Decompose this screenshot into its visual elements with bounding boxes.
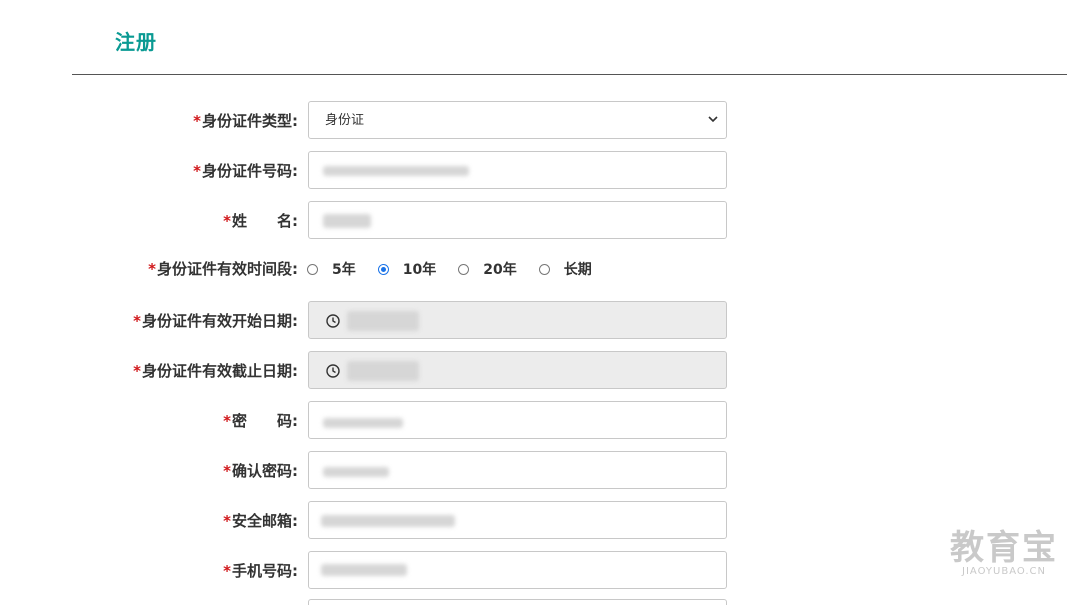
redacted-value — [347, 361, 419, 381]
row-id-number: *身份证件号码: — [0, 151, 1080, 191]
radio-option-10y[interactable]: 10年 — [377, 259, 437, 279]
name-label-text: 姓 名: — [232, 212, 298, 230]
validity-period-radio-group: 5年 10年 20年 长期 — [307, 249, 614, 289]
required-mark: * — [223, 412, 231, 430]
start-date-input[interactable] — [308, 301, 727, 339]
password-label-text: 密 码: — [232, 412, 298, 430]
start-date-label: *身份证件有效开始日期: — [133, 301, 298, 341]
id-number-input[interactable] — [308, 151, 727, 189]
redacted-value — [321, 564, 407, 576]
name-label: *姓 名: — [223, 201, 298, 241]
confirm-password-label-text: 确认密码: — [232, 462, 298, 480]
redacted-value — [323, 418, 403, 428]
validity-period-label-text: 身份证件有效时间段: — [157, 260, 298, 278]
name-input[interactable] — [308, 201, 727, 239]
required-mark: * — [223, 212, 231, 230]
id-number-label: *身份证件号码: — [193, 151, 298, 191]
password-input[interactable] — [308, 401, 727, 439]
id-type-label: *身份证件类型: — [193, 101, 298, 141]
email-input[interactable] — [308, 501, 727, 539]
radio-label: 长期 — [563, 262, 592, 278]
required-mark: * — [193, 112, 201, 130]
title-divider — [72, 74, 1067, 75]
required-mark: * — [223, 462, 231, 480]
required-mark: * — [223, 562, 231, 580]
radio-button[interactable] — [538, 263, 550, 275]
row-phone: *手机号码: — [0, 551, 1080, 591]
chevron-down-icon — [708, 116, 718, 123]
required-mark: * — [223, 512, 231, 530]
end-date-label: *身份证件有效截止日期: — [133, 351, 298, 391]
end-date-label-text: 身份证件有效截止日期: — [142, 362, 298, 380]
radio-option-20y[interactable]: 20年 — [458, 259, 517, 279]
row-email: *安全邮箱: — [0, 501, 1080, 541]
row-validity-period: *身份证件有效时间段: 5年 10年 20年 长期 — [0, 249, 1080, 289]
watermark-logo-text: 教育宝 — [950, 528, 1058, 568]
radio-option-5y[interactable]: 5年 — [307, 259, 356, 279]
confirm-password-input[interactable] — [308, 451, 727, 489]
page-title: 注册 — [115, 30, 157, 54]
start-date-label-text: 身份证件有效开始日期: — [142, 312, 298, 330]
row-id-type: *身份证件类型: 身份证 — [0, 101, 1080, 141]
radio-label: 5年 — [332, 262, 356, 278]
phone-label: *手机号码: — [223, 551, 298, 591]
radio-option-permanent[interactable]: 长期 — [538, 259, 592, 279]
row-start-date: *身份证件有效开始日期: — [0, 301, 1080, 341]
watermark-domain-text: JIAOYUBAO.CN — [962, 566, 1046, 577]
radio-label: 20年 — [483, 262, 517, 278]
required-mark: * — [148, 260, 156, 278]
radio-button-checked[interactable] — [377, 263, 389, 275]
row-confirm-password: *确认密码: — [0, 451, 1080, 491]
required-mark: * — [193, 162, 201, 180]
password-label: *密 码: — [223, 401, 298, 441]
email-label-text: 安全邮箱: — [232, 512, 298, 530]
clock-icon — [326, 364, 340, 378]
redacted-value — [323, 467, 389, 477]
row-name: *姓 名: — [0, 201, 1080, 241]
required-mark: * — [133, 312, 141, 330]
id-type-selected-value: 身份证 — [325, 113, 365, 128]
id-number-label-text: 身份证件号码: — [202, 162, 298, 180]
email-label: *安全邮箱: — [223, 501, 298, 541]
end-date-input[interactable] — [308, 351, 727, 389]
radio-label: 10年 — [402, 262, 437, 278]
redacted-value — [321, 515, 455, 527]
id-type-select[interactable]: 身份证 — [308, 101, 727, 139]
row-end-date: *身份证件有效截止日期: — [0, 351, 1080, 391]
id-type-label-text: 身份证件类型: — [202, 112, 298, 130]
row-next-field — [0, 599, 1080, 605]
phone-input[interactable] — [308, 551, 727, 589]
clock-icon — [326, 314, 340, 328]
redacted-value — [323, 166, 469, 176]
redacted-value — [323, 214, 371, 228]
validity-period-label: *身份证件有效时间段: — [148, 249, 298, 289]
next-field-input[interactable] — [308, 599, 727, 605]
phone-label-text: 手机号码: — [232, 562, 298, 580]
watermark: 教育宝 JIAOYUBAO.CN — [950, 530, 1058, 577]
radio-button[interactable] — [307, 263, 318, 275]
radio-button[interactable] — [458, 263, 470, 275]
redacted-value — [347, 311, 419, 331]
confirm-password-label: *确认密码: — [223, 451, 298, 491]
row-password: *密 码: — [0, 401, 1080, 441]
required-mark: * — [133, 362, 141, 380]
